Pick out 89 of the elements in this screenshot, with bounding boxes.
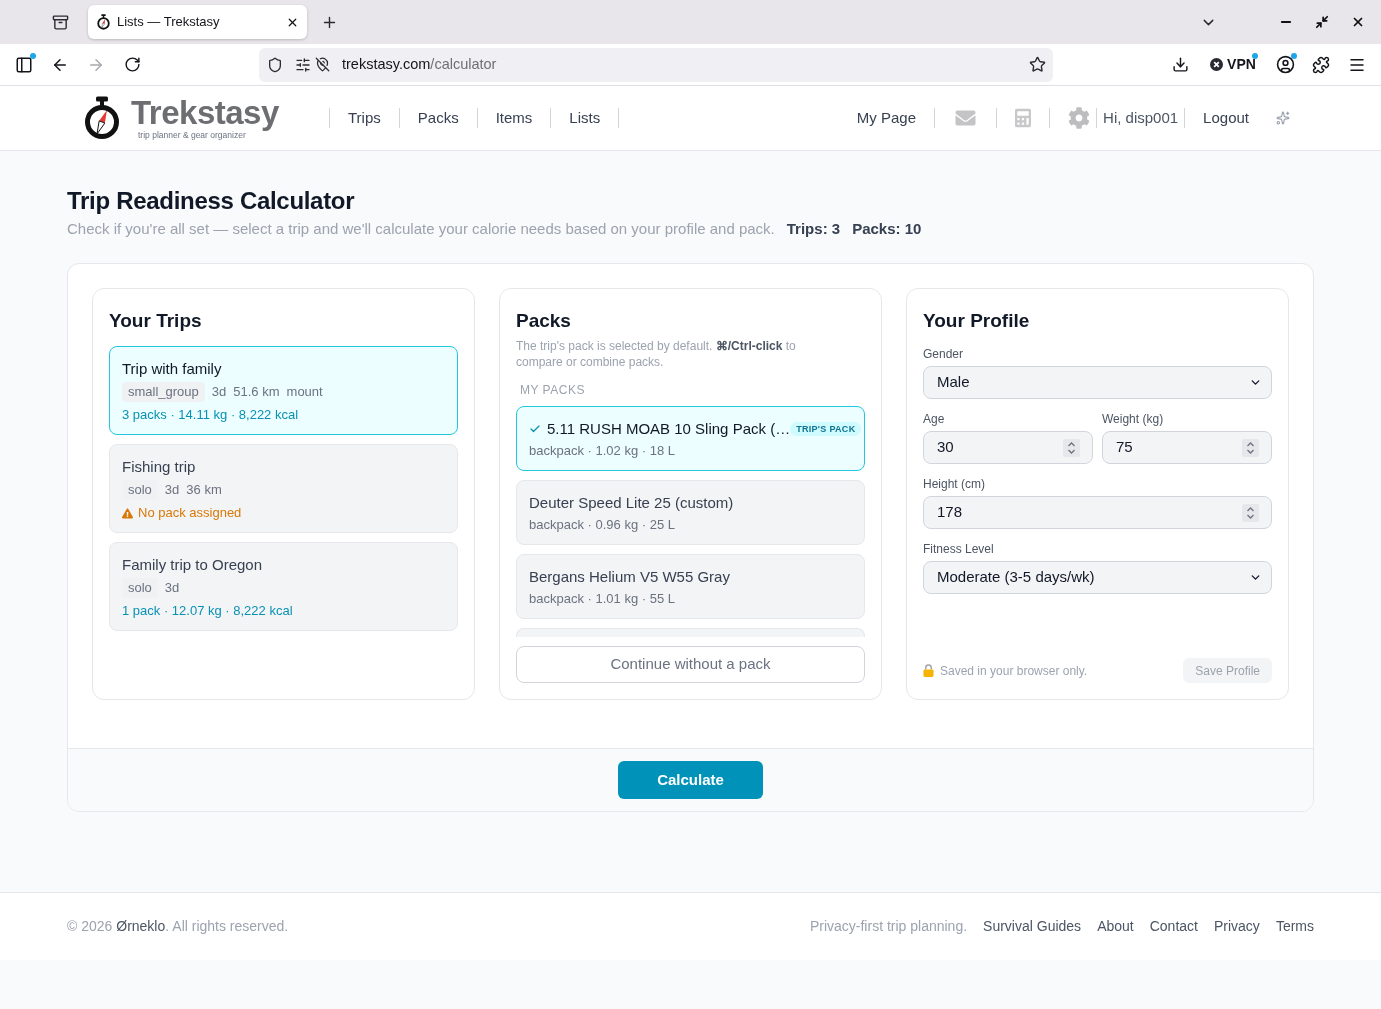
user-greeting: Hi, disp001 [1103,107,1179,128]
close-icon[interactable] [1351,15,1365,29]
warning-icon [122,507,133,519]
nav-link[interactable]: Packs [417,106,459,130]
number-field[interactable]: 75 [1102,431,1272,464]
logout-link[interactable]: Logout [1203,106,1249,130]
saved-note: Saved in your browser only. [940,662,1088,680]
count-stat: Trips: 3 [786,219,841,239]
url-text[interactable]: trekstasy.com/calculator [342,53,497,76]
field-label: Gender [923,346,965,362]
nav-link[interactable]: Items [495,106,533,130]
section-label: MY PACKS [519,382,586,398]
footer-link[interactable]: About [1097,916,1134,937]
pack-name: Bergans Helium V5 W55 Gray [529,566,730,587]
pin-off-icon[interactable] [315,57,330,72]
pack-name: Deuter Speed Lite 25 (custom) [529,492,734,513]
copyright-text: © 2026 Ørneklo. All rights reserved. [67,917,289,936]
trip-detail: 51.6 km [233,383,280,401]
brand-name[interactable]: Trekstasy [131,96,281,130]
footer-link[interactable]: Privacy [1213,916,1260,937]
footer-link[interactable]: Contact [1149,916,1198,937]
panel-title: Your Profile [923,309,1031,333]
archive-icon[interactable] [51,13,69,31]
panel-title: Packs [516,309,572,333]
pack-name: 5.11 RUSH MOAB 10 Sling Pack (… [547,418,791,439]
pack-meta: backpack · 0.96 kg · 25 L [529,516,676,534]
pack-meta: backpack · 1.01 kg · 55 L [529,590,676,608]
panel-title: Your Trips [109,309,203,333]
footer-link[interactable]: Survival Guides [983,916,1082,937]
star-icon[interactable] [1029,56,1046,73]
continue-button[interactable]: Continue without a pack [516,646,865,683]
restore-icon[interactable] [1315,15,1329,29]
trip-detail: mount [286,383,323,401]
warning-text: No pack assigned [138,504,242,522]
logo-icon[interactable] [82,96,122,140]
pack-badge: TRIP'S PACK [790,422,862,436]
footer-tagline: Privacy-first trip planning. [809,917,968,936]
page-title: Trip Readiness Calculator [67,186,356,216]
trip-card[interactable]: Fishing trip solo 3d 36 km No pack assigned [109,444,458,533]
spinner-icon[interactable] [1242,438,1259,457]
shield-icon[interactable] [267,56,283,73]
trip-detail: 3d [164,579,180,597]
puzzle-icon[interactable] [1312,55,1330,74]
group-tag: small_group [122,382,205,402]
trip-stats: 1 pack · 12.07 kg · 8,222 kcal [122,602,294,620]
logo-icon [96,14,111,30]
trip-detail: 3d [211,383,227,401]
number-field[interactable]: 30 [923,431,1093,464]
trip-name: Fishing trip [122,457,197,477]
check-icon [529,423,541,435]
trip-name: Family trip to Oregon [122,555,264,575]
browser-tab[interactable]: Lists — Trekstasy [88,5,307,39]
brand-tagline: trip planner & gear organizer [138,130,246,140]
trip-card[interactable]: Trip with family small_group 3d 51.6 km mount 3 packs · 14.11 kg · 8,222 kcal [109,346,458,435]
spinner-icon[interactable] [1242,503,1259,522]
download-icon[interactable] [1171,56,1189,73]
count-stat: Packs: 10 [852,219,922,239]
field-label: Fitness Level [923,541,995,557]
calculate-button[interactable]: Calculate [618,761,763,799]
page-subtitle: Check if you're all set — select a trip and we'll calculate your calorie needs based on your profile and pack. [67,219,775,239]
account-icon[interactable] [1275,55,1295,74]
pack-card[interactable]: 5.11 RUSH MOAB 10 Sling Pack (… TRIP'S PACK backpack · 1.02 kg · 18 L [516,406,865,471]
x-circle-icon [1210,58,1224,71]
trip-card[interactable]: Family trip to Oregon solo 3d 1 pack · 12.07 kg · 8,222 kcal [109,542,458,631]
dropdown-field[interactable]: Male [923,366,1272,399]
field-label: Age [923,411,946,427]
pack-meta: backpack · 1.02 kg · 18 L [529,442,676,460]
footer-link[interactable]: Terms [1275,916,1314,937]
nav-link[interactable]: Trips [348,106,381,130]
sliders-icon[interactable] [295,56,311,73]
dropdown-field[interactable]: Moderate (3-5 days/wk) [923,561,1272,594]
spinner-icon[interactable] [1063,438,1080,457]
vpn-button[interactable]: VPN [1202,48,1264,81]
trip-detail: 3d [164,481,180,499]
sidebar-icon[interactable] [15,55,33,74]
trip-stats: 3 packs · 14.11 kg · 8,222 kcal [122,406,300,424]
my-page-link[interactable]: My Page [856,106,917,130]
field-label: Weight (kg) [1102,411,1165,427]
number-field[interactable]: 178 [923,496,1272,529]
pack-card[interactable]: Deuter Speed Lite 25 (custom) backpack · 0.96 kg · 25 L [516,480,865,545]
trip-detail: 36 km [186,481,222,499]
reload-icon[interactable] [123,56,141,73]
field-label: Height (cm) [923,476,986,492]
pack-card[interactable]: Bergans Helium V5 W55 Gray backpack · 1.01 kg · 55 L [516,554,865,619]
lock-icon [923,664,934,677]
trip-name: Trip with family [122,359,223,379]
packs-hint: The trip's pack is selected by default. ⌘/Ctrl-click to compare or combine packs. [516,338,797,370]
nav-link[interactable]: Lists [569,106,601,130]
address-field[interactable]: trekstasy.com/calculator [259,47,1053,82]
